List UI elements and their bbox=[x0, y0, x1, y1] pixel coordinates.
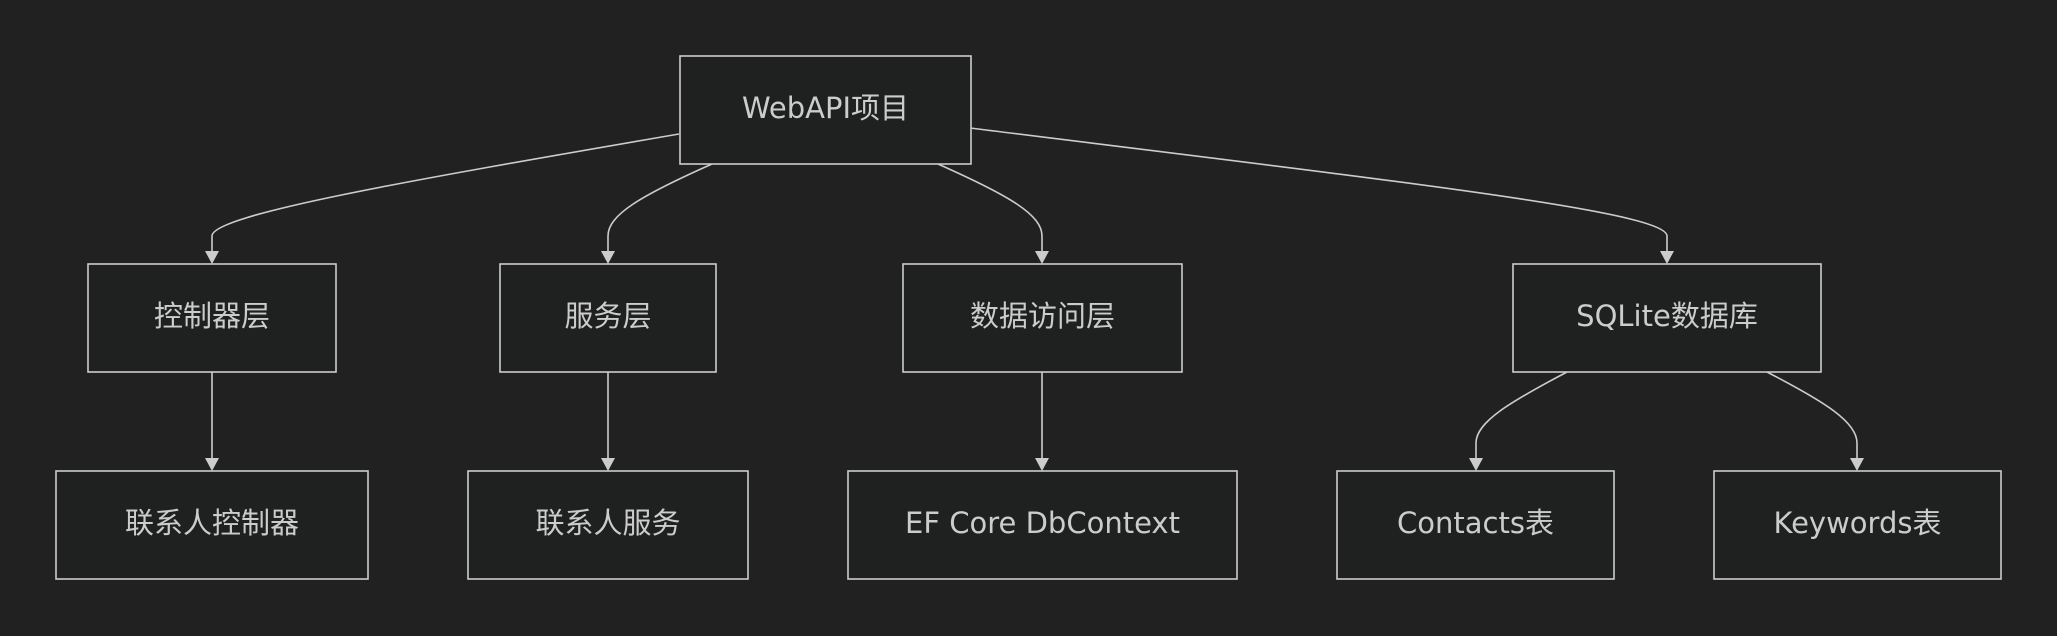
edge-sqlite-keywords bbox=[1766, 371, 1864, 471]
edge-webapi-data-access bbox=[937, 163, 1049, 264]
node-keywords-table: Keywords表 bbox=[1713, 470, 2002, 580]
edge-sqlite-contacts bbox=[1469, 371, 1568, 471]
edge-webapi-service bbox=[601, 163, 713, 264]
node-contact-controller: 联系人控制器 bbox=[55, 470, 369, 580]
node-contact-service-label: 联系人服务 bbox=[535, 506, 680, 540]
node-keywords-table-label: Keywords表 bbox=[1774, 506, 1942, 540]
node-controller-layer-label: 控制器层 bbox=[154, 299, 270, 333]
node-sqlite-db-label: SQLite数据库 bbox=[1576, 299, 1758, 333]
node-webapi-label: WebAPI项目 bbox=[742, 91, 909, 125]
node-service-layer-label: 服务层 bbox=[564, 299, 651, 333]
node-contacts-table-label: Contacts表 bbox=[1397, 506, 1554, 540]
node-controller-layer: 控制器层 bbox=[87, 263, 337, 373]
node-contact-controller-label: 联系人控制器 bbox=[125, 506, 299, 540]
node-ef-core-label: EF Core DbContext bbox=[905, 506, 1180, 540]
node-data-access-layer: 数据访问层 bbox=[902, 263, 1183, 373]
architecture-diagram: WebAPI项目 控制器层 服务层 数据访问层 SQLite数据库 联系人控制器… bbox=[55, 55, 2002, 580]
node-contact-service: 联系人服务 bbox=[467, 470, 749, 580]
node-ef-core: EF Core DbContext bbox=[847, 470, 1238, 580]
edge-service-contact-service bbox=[601, 372, 615, 471]
edge-controller-contact-controller bbox=[205, 372, 219, 471]
node-data-access-layer-label: 数据访问层 bbox=[970, 299, 1115, 333]
node-sqlite-db: SQLite数据库 bbox=[1512, 263, 1822, 373]
edge-webapi-sqlite bbox=[969, 127, 1674, 264]
node-service-layer: 服务层 bbox=[499, 263, 717, 373]
nodes: WebAPI项目 控制器层 服务层 数据访问层 SQLite数据库 联系人控制器… bbox=[55, 55, 2002, 580]
node-contacts-table: Contacts表 bbox=[1336, 470, 1615, 580]
node-webapi: WebAPI项目 bbox=[679, 55, 972, 165]
edge-data-access-ef-core bbox=[1035, 372, 1049, 471]
